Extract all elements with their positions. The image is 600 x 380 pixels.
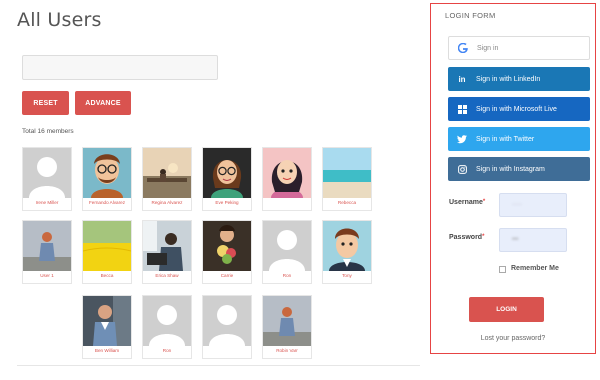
member-count: Total 16 members xyxy=(22,128,74,135)
username-field[interactable]: ····· xyxy=(499,193,567,217)
member-name[interactable]: Irene Miller xyxy=(23,200,71,205)
member-photo[interactable] xyxy=(203,148,251,198)
member-name[interactable]: Regina Alvarez xyxy=(143,200,191,205)
instagram-signin-label: Sign in with Instagram xyxy=(476,165,545,173)
member-photo[interactable] xyxy=(83,296,131,346)
member-card[interactable]: Erica Shaw xyxy=(142,220,192,284)
member-name[interactable]: Becca xyxy=(83,273,131,278)
twitter-signin-button[interactable]: Sign in with Twitter xyxy=(448,127,590,151)
member-photo[interactable] xyxy=(263,148,311,198)
microsoft-signin-button[interactable]: Sign in with Microsoft Live xyxy=(448,97,590,121)
instagram-icon xyxy=(448,164,476,174)
username-label: Username* xyxy=(449,199,486,206)
windows-icon xyxy=(448,104,476,114)
member-card[interactable]: Rebecca xyxy=(322,147,372,211)
member-name[interactable]: Fernando Alvarez xyxy=(83,200,131,205)
member-card[interactable]: Ron xyxy=(262,220,312,284)
google-signin-label: Sign in xyxy=(477,44,499,52)
password-field[interactable]: ••• xyxy=(499,228,567,252)
member-card[interactable]: Robin Varr xyxy=(262,295,312,359)
remember-me-checkbox[interactable] xyxy=(499,266,506,273)
member-name[interactable]: Rebecca xyxy=(323,200,371,205)
member-card[interactable]: Irene Miller xyxy=(22,147,72,211)
member-photo[interactable] xyxy=(143,221,191,271)
member-photo[interactable] xyxy=(323,221,371,271)
member-card[interactable]: Fernando Alvarez xyxy=(82,147,132,211)
member-name[interactable]: Erica Shaw xyxy=(143,273,191,278)
member-card[interactable]: Ron xyxy=(142,295,192,359)
member-name[interactable]: Tony xyxy=(323,273,371,278)
default-avatar-icon[interactable] xyxy=(203,296,251,346)
advance-button[interactable]: ADVANCE xyxy=(75,91,131,115)
all-users-page: All Users RESET ADVANCE Total 16 members… xyxy=(0,0,600,380)
linkedin-icon: in xyxy=(458,74,466,84)
twitter-icon xyxy=(448,134,476,144)
member-name[interactable]: Ron xyxy=(143,348,191,353)
member-name[interactable]: Ron xyxy=(263,273,311,278)
microsoft-signin-label: Sign in with Microsoft Live xyxy=(476,105,557,113)
member-photo[interactable] xyxy=(203,221,251,271)
member-photo[interactable] xyxy=(263,296,311,346)
member-name[interactable]: Eve Peking xyxy=(203,200,251,205)
member-card[interactable]: Eve Peking xyxy=(202,147,252,211)
reset-button[interactable]: RESET xyxy=(22,91,69,115)
member-name[interactable]: Robin Varr xyxy=(263,348,311,353)
member-card[interactable]: Ben William xyxy=(82,295,132,359)
remember-me-label[interactable]: Remember Me xyxy=(511,265,559,272)
divider xyxy=(17,365,420,366)
member-photo[interactable] xyxy=(143,148,191,198)
member-photo[interactable] xyxy=(323,148,371,198)
member-card[interactable] xyxy=(262,147,312,211)
member-name[interactable]: Carrie xyxy=(203,273,251,278)
page-title: All Users xyxy=(17,9,102,31)
member-photo[interactable] xyxy=(83,148,131,198)
member-name[interactable]: Ben William xyxy=(83,348,131,353)
default-avatar-icon[interactable] xyxy=(263,221,311,271)
member-photo[interactable] xyxy=(83,221,131,271)
login-form-title: LOGIN FORM xyxy=(445,11,496,20)
google-icon xyxy=(449,43,477,53)
linkedin-signin-label: Sign in with LinkedIn xyxy=(476,75,541,83)
member-card[interactable] xyxy=(202,295,252,359)
member-card[interactable]: Becca xyxy=(82,220,132,284)
instagram-signin-button[interactable]: Sign in with Instagram xyxy=(448,157,590,181)
member-card[interactable]: Regina Alvarez xyxy=(142,147,192,211)
member-grid: Irene Miller Fernando Alvarez Regina Alv… xyxy=(0,147,400,362)
lost-password-link[interactable]: Lost your password? xyxy=(431,335,595,342)
default-avatar-icon[interactable] xyxy=(23,148,71,198)
member-card[interactable]: Tony xyxy=(322,220,372,284)
login-button[interactable]: LOGIN xyxy=(469,297,544,322)
login-form-panel: LOGIN FORM Sign in in Sign in with Linke… xyxy=(430,3,596,354)
member-card[interactable]: Carrie xyxy=(202,220,252,284)
search-input[interactable] xyxy=(22,55,218,80)
member-card[interactable]: User 1 xyxy=(22,220,72,284)
twitter-signin-label: Sign in with Twitter xyxy=(476,135,535,143)
password-label: Password* xyxy=(449,234,485,241)
member-photo[interactable] xyxy=(23,221,71,271)
default-avatar-icon[interactable] xyxy=(143,296,191,346)
linkedin-signin-button[interactable]: in Sign in with LinkedIn xyxy=(448,67,590,91)
member-name[interactable]: User 1 xyxy=(23,273,71,278)
google-signin-button[interactable]: Sign in xyxy=(448,36,590,60)
